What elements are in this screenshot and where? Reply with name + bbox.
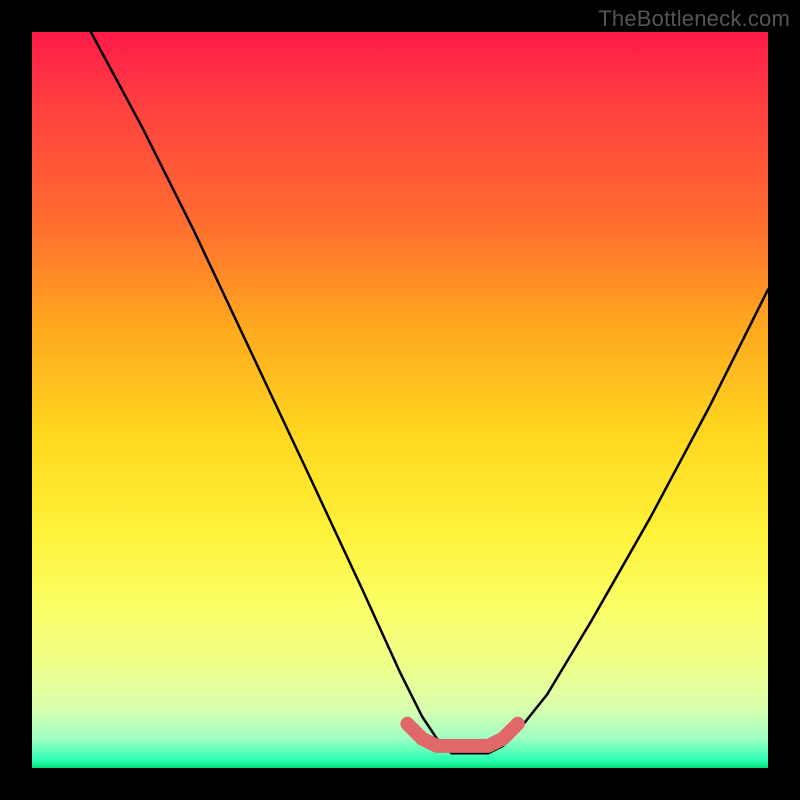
plot-area — [32, 32, 768, 768]
series-trough — [407, 724, 517, 746]
chart-frame: TheBottleneck.com — [0, 0, 800, 800]
chart-svg — [32, 32, 768, 768]
series-curve — [91, 32, 768, 753]
watermark-text: TheBottleneck.com — [598, 6, 790, 32]
